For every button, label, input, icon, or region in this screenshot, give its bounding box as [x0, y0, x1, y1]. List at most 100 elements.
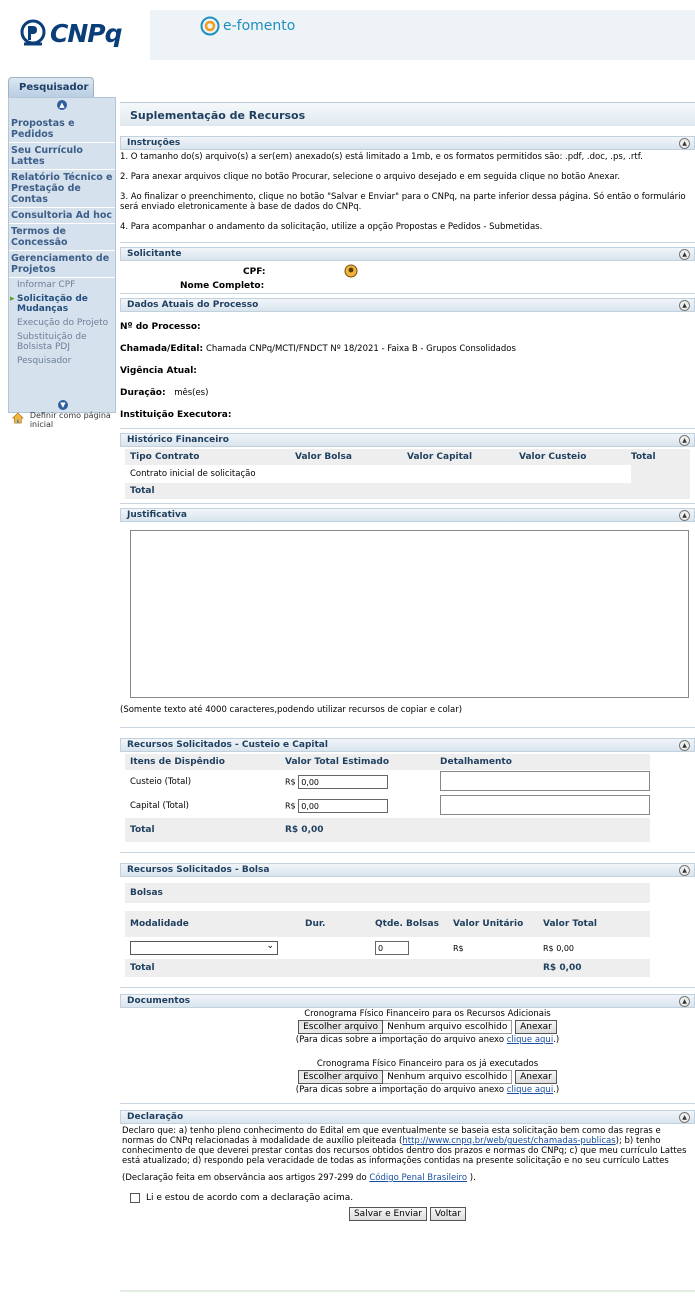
modalidade-select[interactable]: ⌄ — [130, 941, 278, 955]
custeio-input[interactable] — [298, 775, 389, 789]
choose-file-button[interactable]: Escolher arquivo — [298, 1070, 384, 1084]
collapse-icon[interactable]: ▲ — [679, 249, 690, 260]
scroll-up-button[interactable]: ▲ — [9, 98, 115, 112]
currency-label: R$ — [284, 777, 296, 787]
collapse-icon[interactable]: ▲ — [679, 740, 690, 751]
duracao-label: Duração: — [120, 388, 166, 398]
recursos-section: Recursos Solicitados - Custeio e Capital… — [120, 738, 695, 853]
qtde-input[interactable] — [375, 941, 409, 955]
table-row: ⌄ R$ R$ 0,00 — [125, 937, 650, 959]
sidebar-sub-substituicao[interactable]: Substituição de Bolsista PDJ — [9, 330, 115, 354]
sidebar-item-propostas[interactable]: Propostas e Pedidos — [9, 116, 115, 143]
set-homepage-link[interactable]: Definir como página inicial — [12, 411, 120, 429]
doc1-file-input[interactable]: Escolher arquivo Nenhum arquivo escolhid… — [298, 1020, 513, 1034]
collapse-icon[interactable]: ▲ — [679, 865, 690, 876]
documentos-header: Documentos ▲ — [120, 994, 695, 1008]
hint-link[interactable]: clique aqui — [507, 1035, 553, 1045]
save-send-button[interactable]: Salvar e Enviar — [348, 1207, 427, 1221]
obs-prefix: (Declaração feita em observância aos art… — [122, 1173, 370, 1183]
instrucoes-section: Instruções ▲ 1. O tamanho do(s) arquivo(… — [120, 136, 695, 243]
agree-checkbox[interactable] — [130, 1193, 140, 1203]
doc2-block: Cronograma Físico Financeiro para os já … — [120, 1045, 695, 1103]
declaracao-checkbox-row: Li e estou de acordo com a declaração ac… — [120, 1183, 695, 1203]
recursos-title: Recursos Solicitados - Custeio e Capital — [127, 740, 328, 750]
sidebar-tab-pesquisador[interactable]: Pesquisador — [8, 77, 94, 97]
collapse-icon[interactable]: ▲ — [679, 996, 690, 1007]
bolsa-total-value: R$ 0,00 — [543, 963, 582, 973]
hint-link[interactable]: clique aqui — [507, 1085, 553, 1095]
sidebar-item-relatorio[interactable]: Relatório Técnico e Prestação de Contas — [9, 170, 115, 208]
bolsa-header: Recursos Solicitados - Bolsa ▲ — [120, 863, 695, 877]
cpf-label: CPF: — [243, 267, 266, 277]
justificativa-textarea[interactable] — [130, 530, 689, 698]
bolsa-table: Bolsas Modalidade Dur. Qtde. Bolsas Valo… — [125, 883, 650, 977]
sidebar-sub-solicitacao[interactable]: Solicitação de Mudanças — [9, 292, 115, 316]
duracao-value: mês(es) — [174, 388, 209, 398]
doc1-label: Cronograma Físico Financeiro para os Rec… — [304, 1009, 551, 1019]
search-user-icon[interactable] — [344, 264, 358, 278]
instituicao-label: Instituição Executora: — [120, 410, 232, 420]
codigo-penal-link[interactable]: Código Penal Brasileiro — [369, 1173, 467, 1183]
bolsa-title: Recursos Solicitados - Bolsa — [127, 865, 270, 875]
col-valor: Valor Total Estimado — [284, 757, 390, 767]
historico-total-row: Total — [125, 483, 690, 499]
currency-label: R$ — [284, 801, 296, 811]
bolsa-section: Recursos Solicitados - Bolsa ▲ Bolsas Mo… — [120, 863, 695, 988]
agree-label: Li e estou de acordo com a declaração ac… — [146, 1193, 354, 1203]
scroll-down-button[interactable]: ▼ — [9, 398, 115, 412]
back-button[interactable]: Voltar — [429, 1207, 467, 1221]
chevron-down-icon: ⌄ — [266, 941, 274, 951]
footer-divider — [120, 1290, 695, 1292]
efomento-text: e-fomento — [223, 18, 296, 34]
col-itens: Itens de Dispêndio — [130, 757, 225, 767]
no-file-label: Nenhum arquivo escolhido — [383, 1020, 513, 1034]
sidebar-sub-pesquisador[interactable]: Pesquisador — [9, 354, 115, 368]
collapse-icon[interactable]: ▲ — [679, 510, 690, 521]
unit-value: R$ — [453, 943, 464, 953]
capital-input[interactable] — [298, 799, 389, 813]
cnpq-logo-text: CNPq — [50, 18, 122, 48]
sidebar-item-consultoria[interactable]: Consultoria Ad hoc — [9, 208, 115, 224]
choose-file-button[interactable]: Escolher arquivo — [298, 1020, 384, 1034]
instrucao-2: 2. Para anexar arquivos clique no botão … — [120, 172, 621, 182]
set-homepage-label: Definir como página inicial — [29, 411, 111, 429]
justificativa-note: (Somente texto até 4000 caracteres,poden… — [120, 705, 463, 715]
instrucao-4: 4. Para acompanhar o andamento da solici… — [120, 222, 543, 232]
dados-body: Nº do Processo: Chamada/Edital: Chamada … — [120, 312, 695, 428]
home-icon — [12, 412, 24, 424]
sidebar-item-curriculo[interactable]: Seu Currículo Lattes — [9, 143, 115, 170]
declaracao-obs: (Declaração feita em observância aos art… — [120, 1166, 695, 1183]
attach-button[interactable]: Anexar — [515, 1070, 557, 1084]
collapse-icon[interactable]: ▲ — [679, 435, 690, 446]
sidebar-item-termos[interactable]: Termos de Concessão — [9, 224, 115, 251]
capital-detalhe-textarea[interactable] — [440, 794, 650, 815]
collapse-icon[interactable]: ▲ — [679, 1112, 690, 1123]
justificativa-section: Justificativa ▲ (Somente texto até 4000 … — [120, 508, 695, 728]
chevron-down-icon: ▼ — [58, 400, 68, 410]
cnpq-logo-icon — [20, 19, 46, 46]
sidebar: Pesquisador ▲ Propostas e Pedidos Seu Cu… — [8, 77, 116, 413]
declaracao-title: Declaração — [127, 1112, 184, 1122]
recursos-total-value: R$ 0,00 — [284, 825, 324, 835]
hint-prefix: (Para dicas sobre a importação do arquiv… — [295, 1085, 507, 1095]
attach-button[interactable]: Anexar — [515, 1020, 557, 1034]
sidebar-item-gerenciamento[interactable]: Gerenciamento de Projetos — [9, 251, 115, 278]
sidebar-sub-execucao[interactable]: Execução do Projeto — [9, 316, 115, 330]
row-total-value: R$ 0,00 — [543, 943, 575, 953]
collapse-icon[interactable]: ▲ — [679, 138, 690, 149]
col-modalidade: Modalidade — [130, 919, 189, 929]
chamadas-link[interactable]: http://www.cnpq.br/web/guest/chamadas-pu… — [402, 1136, 615, 1146]
col-dur: Dur. — [305, 919, 326, 929]
table-row: Contrato inicial de solicitação — [125, 465, 690, 483]
collapse-icon[interactable]: ▲ — [679, 300, 690, 311]
col-bolsa: Valor Bolsa — [295, 452, 352, 462]
cnpq-logo[interactable]: CNPq — [19, 16, 137, 50]
chevron-up-icon: ▲ — [57, 100, 67, 110]
declaracao-section: Declaração ▲ Declaro que: a) tenho pleno… — [120, 1110, 695, 1221]
doc2-file-input[interactable]: Escolher arquivo Nenhum arquivo escolhid… — [298, 1070, 513, 1084]
sidebar-sub-informar-cpf[interactable]: Informar CPF — [9, 278, 115, 292]
col-valor-total: Valor Total — [543, 918, 597, 929]
recursos-header: Recursos Solicitados - Custeio e Capital… — [120, 738, 695, 752]
capital-label: Capital (Total) — [130, 801, 189, 811]
custeio-detalhe-textarea[interactable] — [440, 770, 650, 791]
